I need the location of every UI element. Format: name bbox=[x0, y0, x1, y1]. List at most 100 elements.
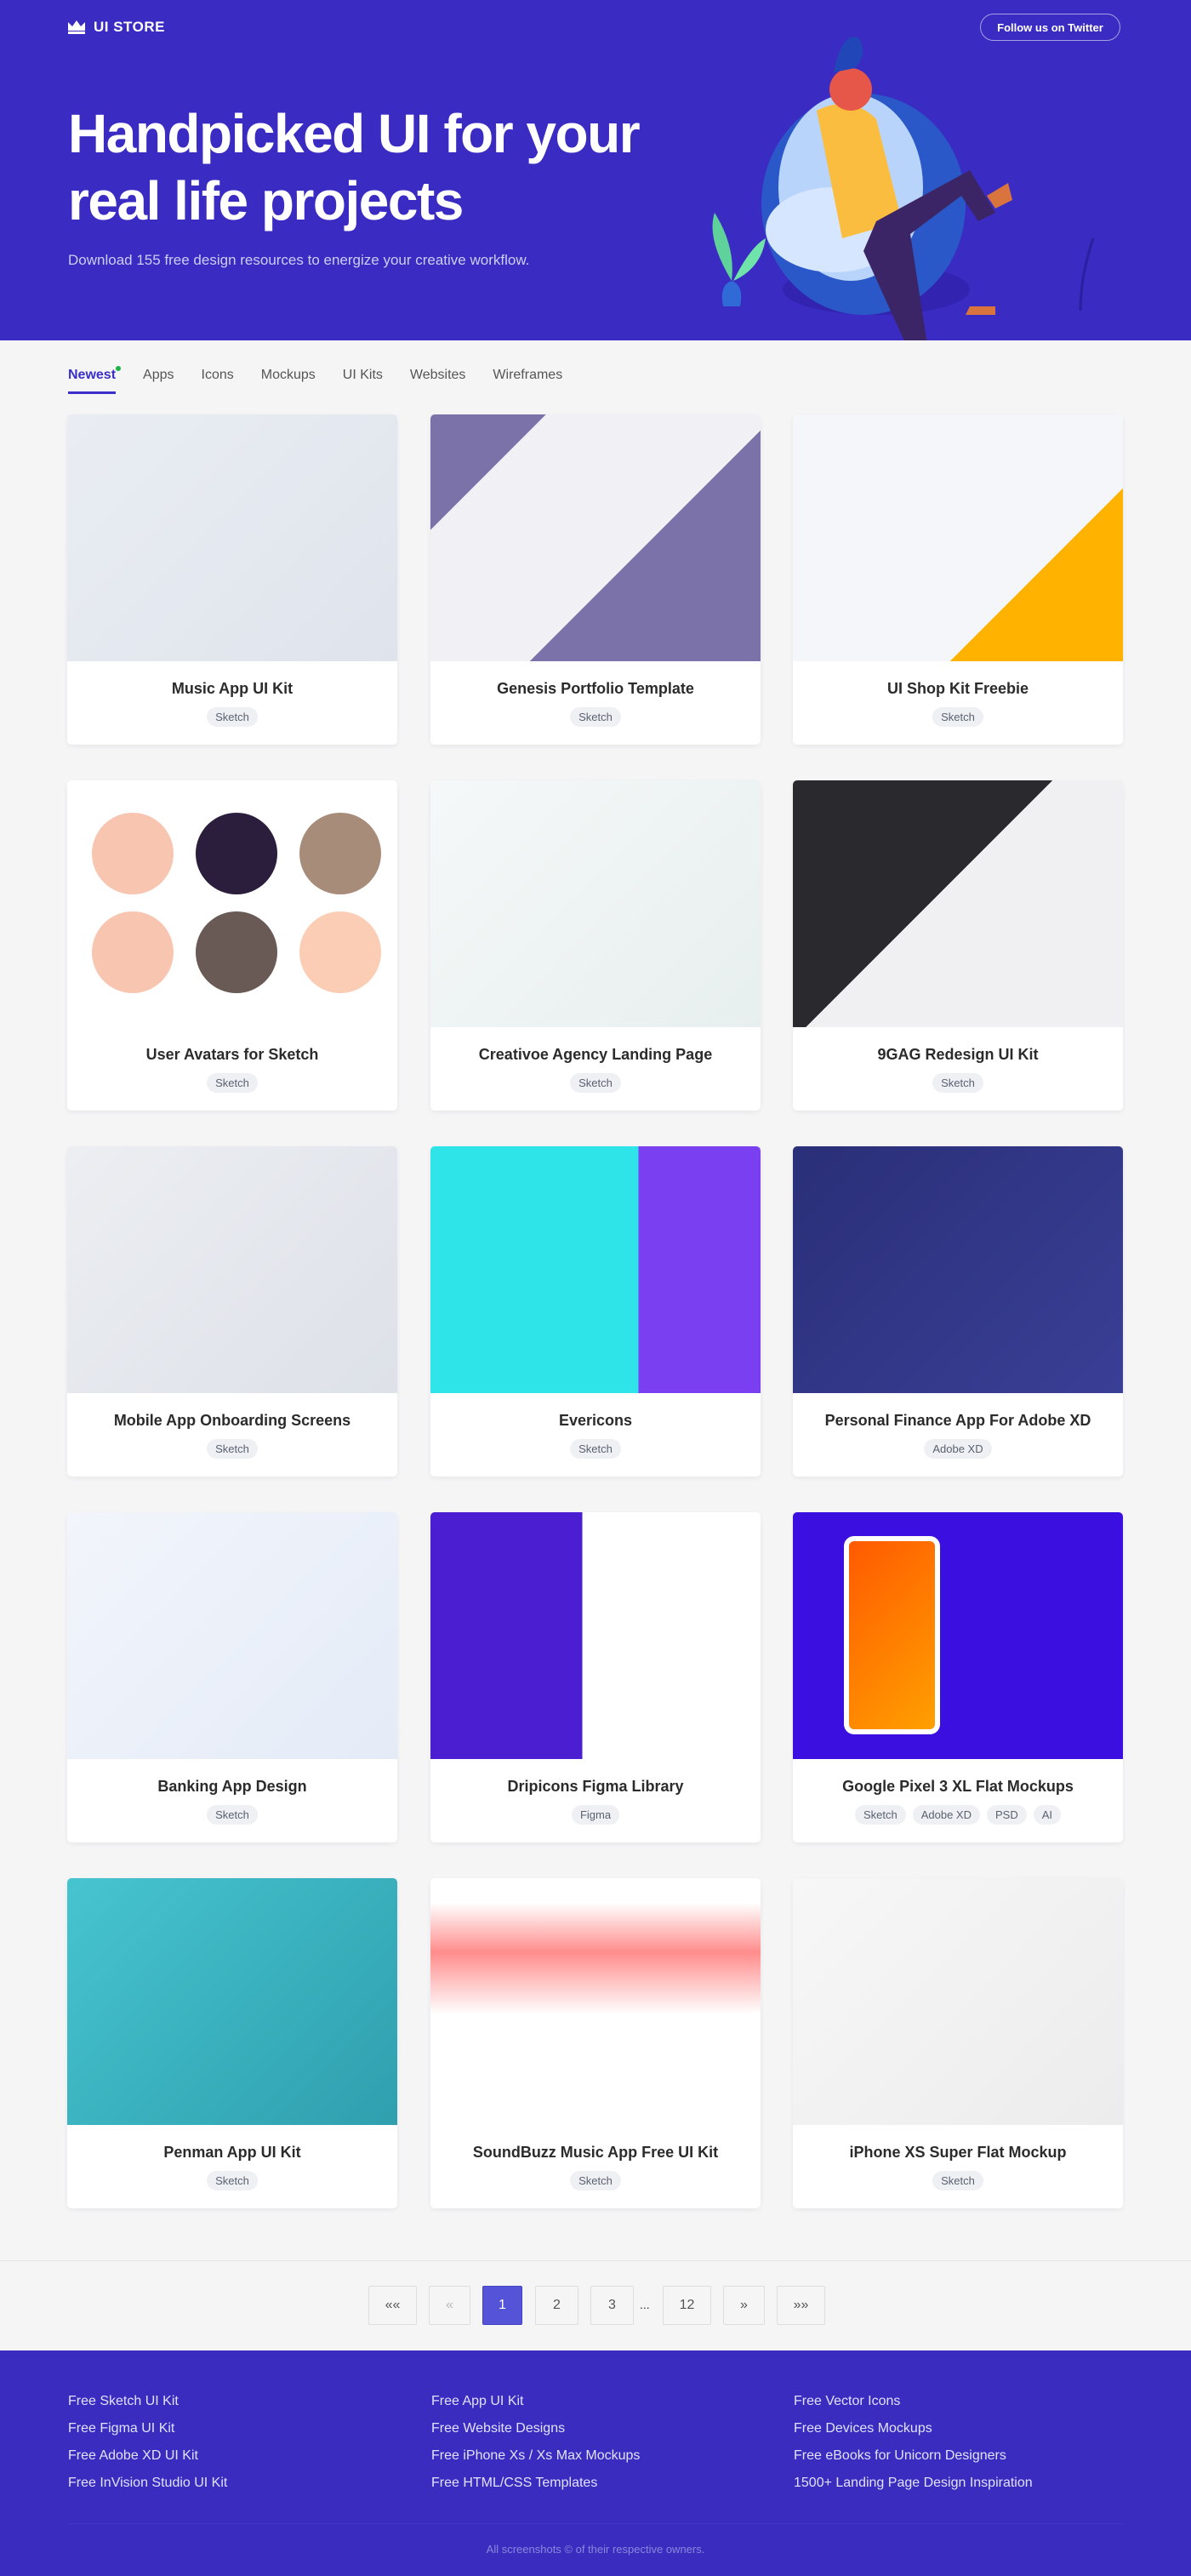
tag-badge[interactable]: AI bbox=[1033, 1805, 1062, 1825]
tag-badge[interactable]: Sketch bbox=[207, 1805, 258, 1825]
page-12-button[interactable]: 12 bbox=[663, 2286, 711, 2325]
tag-badge[interactable]: Sketch bbox=[854, 1805, 906, 1825]
page-1-button[interactable]: 1 bbox=[482, 2286, 522, 2325]
resource-card[interactable]: Evericons Sketch bbox=[430, 1146, 761, 1476]
tag-badge[interactable]: Sketch bbox=[207, 1073, 258, 1093]
footer-link[interactable]: Free Devices Mockups bbox=[794, 2420, 1033, 2436]
tab-apps[interactable]: Apps bbox=[143, 368, 174, 394]
card-title: User Avatars for Sketch bbox=[145, 1046, 319, 1063]
footer-link[interactable]: Free Figma UI Kit bbox=[68, 2420, 227, 2436]
page-title: Handpicked UI for your real life project… bbox=[68, 103, 641, 231]
card-tags: Sketch bbox=[67, 1439, 397, 1459]
footer-link[interactable]: Free InVision Studio UI Kit bbox=[68, 2475, 227, 2491]
resource-card[interactable]: Creativoe Agency Landing Page Sketch bbox=[430, 780, 761, 1111]
tab-wireframes[interactable]: Wireframes bbox=[493, 368, 562, 394]
tag-badge[interactable]: Sketch bbox=[932, 707, 983, 727]
footer-link[interactable]: 1500+ Landing Page Design Inspiration bbox=[794, 2475, 1033, 2491]
tag-badge[interactable]: Sketch bbox=[207, 707, 258, 727]
first-page-button[interactable]: «« bbox=[368, 2286, 417, 2325]
tag-badge[interactable]: Sketch bbox=[570, 707, 621, 727]
card-thumbnail[interactable] bbox=[793, 780, 1123, 1027]
logo[interactable]: UI STORE bbox=[68, 19, 165, 36]
footer-link[interactable]: Free eBooks for Unicorn Designers bbox=[794, 2447, 1033, 2464]
card-title: Genesis Portfolio Template bbox=[497, 680, 694, 697]
tag-badge[interactable]: Adobe XD bbox=[912, 1805, 980, 1825]
card-thumbnail[interactable] bbox=[67, 1146, 397, 1393]
card-tags: Figma bbox=[430, 1805, 761, 1825]
tab-icons[interactable]: Icons bbox=[202, 368, 234, 394]
card-thumbnail[interactable] bbox=[430, 414, 761, 661]
card-tags: Sketch bbox=[430, 707, 761, 727]
resource-card[interactable]: User Avatars for Sketch Sketch bbox=[67, 780, 397, 1111]
tag-badge[interactable]: Sketch bbox=[207, 2171, 258, 2190]
footer-link[interactable]: Free Sketch UI Kit bbox=[68, 2393, 227, 2409]
card-thumbnail[interactable] bbox=[430, 1878, 761, 2125]
resource-card[interactable]: Genesis Portfolio Template Sketch bbox=[430, 414, 761, 745]
card-thumbnail[interactable] bbox=[67, 414, 397, 661]
prev-page-button[interactable]: « bbox=[429, 2286, 470, 2325]
card-thumbnail[interactable] bbox=[793, 414, 1123, 661]
card-title: Banking App Design bbox=[157, 1778, 307, 1795]
card-title: Music App UI Kit bbox=[171, 680, 293, 697]
tag-badge[interactable]: Figma bbox=[571, 1805, 620, 1825]
resource-card[interactable]: Dripicons Figma Library Figma bbox=[430, 1512, 761, 1842]
tag-badge[interactable]: Sketch bbox=[570, 2171, 621, 2190]
avatar-illustration bbox=[299, 813, 381, 894]
footer-link[interactable]: Free Website Designs bbox=[431, 2420, 640, 2436]
footer-link[interactable]: Free HTML/CSS Templates bbox=[431, 2475, 640, 2491]
crown-icon bbox=[68, 20, 85, 34]
resource-card[interactable]: Mobile App Onboarding Screens Sketch bbox=[67, 1146, 397, 1476]
tab-ui-kits[interactable]: UI Kits bbox=[343, 368, 383, 394]
footer-link[interactable]: Free iPhone Xs / Xs Max Mockups bbox=[431, 2447, 640, 2464]
card-tags: Sketch bbox=[793, 707, 1123, 727]
avatar-illustration bbox=[196, 813, 277, 894]
card-thumbnail[interactable] bbox=[67, 1878, 397, 2125]
tag-badge[interactable]: PSD bbox=[986, 1805, 1027, 1825]
card-thumbnail[interactable] bbox=[793, 1512, 1123, 1759]
footer-link[interactable]: Free Adobe XD UI Kit bbox=[68, 2447, 227, 2464]
avatar-illustration bbox=[92, 911, 174, 993]
card-tags: Adobe XD bbox=[793, 1439, 1123, 1459]
page-2-button[interactable]: 2 bbox=[535, 2286, 578, 2325]
tag-badge[interactable]: Sketch bbox=[570, 1439, 621, 1459]
resource-card[interactable]: Google Pixel 3 XL Flat Mockups Sketch Adob… bbox=[793, 1512, 1123, 1842]
resource-card[interactable]: Music App UI Kit Sketch bbox=[67, 414, 397, 745]
card-tags: Sketch Adobe XD PSD AI bbox=[793, 1805, 1123, 1825]
card-thumbnail[interactable] bbox=[67, 780, 397, 1027]
avatar-illustration bbox=[92, 813, 174, 894]
card-thumbnail[interactable] bbox=[793, 1878, 1123, 2125]
tag-badge[interactable]: Sketch bbox=[932, 2171, 983, 2190]
next-page-button[interactable]: » bbox=[723, 2286, 765, 2325]
resource-card[interactable]: Penman App UI Kit Sketch bbox=[67, 1878, 397, 2208]
phone-mockup bbox=[844, 1536, 940, 1734]
tag-badge[interactable]: Sketch bbox=[932, 1073, 983, 1093]
tab-mockups[interactable]: Mockups bbox=[261, 368, 316, 394]
tag-badge[interactable]: Adobe XD bbox=[924, 1439, 992, 1459]
resource-card[interactable]: Personal Finance App For Adobe XD Adobe X… bbox=[793, 1146, 1123, 1476]
tag-badge[interactable]: Sketch bbox=[570, 1073, 621, 1093]
footer: Free Sketch UI Kit Free Figma UI Kit Free … bbox=[0, 2350, 1191, 2576]
card-title: Mobile App Onboarding Screens bbox=[113, 1412, 351, 1429]
tag-badge[interactable]: Sketch bbox=[207, 1439, 258, 1459]
tab-label: Newest bbox=[68, 368, 117, 382]
footer-link[interactable]: Free Vector Icons bbox=[794, 2393, 1033, 2409]
card-thumbnail[interactable] bbox=[67, 1512, 397, 1759]
card-thumbnail[interactable] bbox=[430, 1512, 761, 1759]
tab-newest[interactable]: Newest bbox=[68, 366, 122, 394]
tab-websites[interactable]: Websites bbox=[410, 368, 466, 394]
resource-card[interactable]: UI Shop Kit Freebie Sketch bbox=[793, 414, 1123, 745]
footer-link[interactable]: Free App UI Kit bbox=[431, 2393, 640, 2409]
last-page-button[interactable]: »» bbox=[777, 2286, 825, 2325]
card-thumbnail[interactable] bbox=[430, 1146, 761, 1393]
card-title: Penman App UI Kit bbox=[163, 2144, 301, 2161]
resource-card[interactable]: iPhone XS Super Flat Mockup Sketch bbox=[793, 1878, 1123, 2208]
page-3-button[interactable]: 3 bbox=[590, 2286, 634, 2325]
resource-card[interactable]: SoundBuzz Music App Free UI Kit Sketch bbox=[430, 1878, 761, 2208]
card-thumbnail[interactable] bbox=[793, 1146, 1123, 1393]
resource-card[interactable]: Banking App Design Sketch bbox=[67, 1512, 397, 1842]
avatar-illustration bbox=[299, 911, 381, 993]
resource-card[interactable]: 9GAG Redesign UI Kit Sketch bbox=[793, 780, 1123, 1111]
card-thumbnail[interactable] bbox=[430, 780, 761, 1027]
hero: UI STORE Follow us on Twitter Handpicked… bbox=[0, 0, 1191, 340]
card-title: Personal Finance App For Adobe XD bbox=[824, 1412, 1091, 1429]
